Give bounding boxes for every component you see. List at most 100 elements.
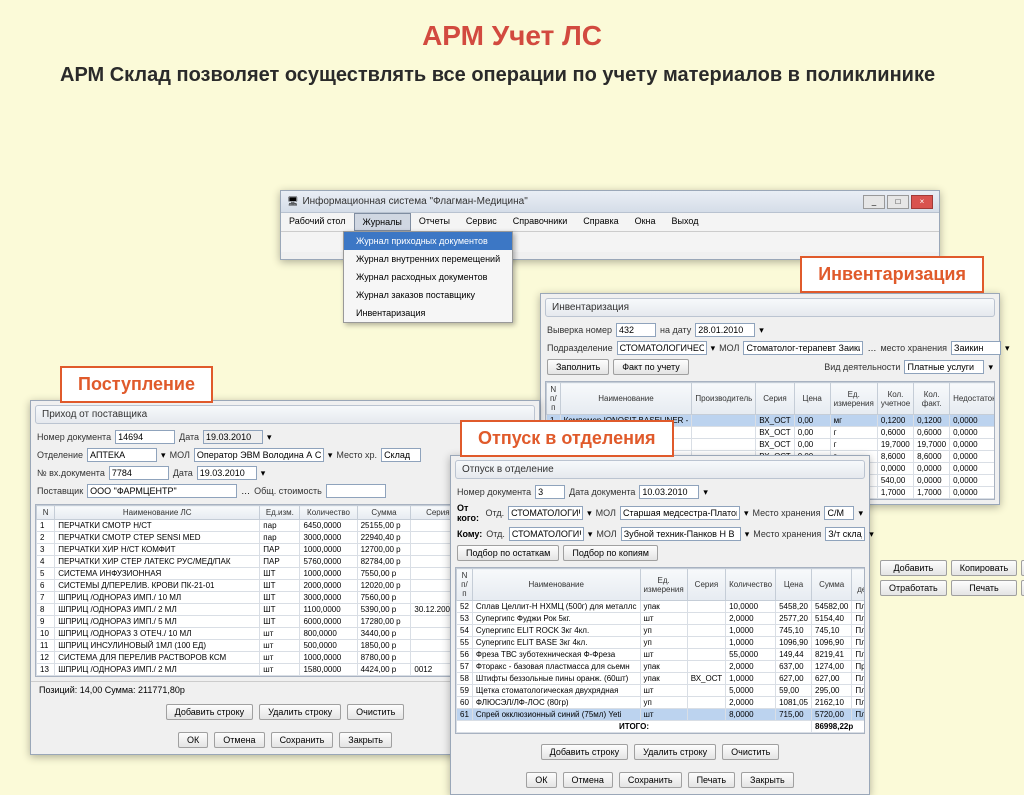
label: МОЛ xyxy=(170,450,190,460)
vyverka-input[interactable] xyxy=(616,323,656,337)
main-window: 🖥 Информационная система "Флагман-Медици… xyxy=(280,190,940,260)
menuitem-3[interactable]: Журнал заказов поставщику xyxy=(344,286,512,304)
mol-input[interactable] xyxy=(743,341,863,355)
ok-button[interactable]: ОК xyxy=(178,732,208,748)
callout-receipt: Поступление xyxy=(60,366,213,403)
menuitem-0[interactable]: Журнал приходных документов xyxy=(344,232,512,250)
label: Общ. стоимость xyxy=(254,486,322,496)
save-button[interactable]: Сохранить xyxy=(271,732,334,748)
label: Выверка номер xyxy=(547,325,612,335)
menuitem-4[interactable]: Инвентаризация xyxy=(344,304,512,322)
ok-button[interactable]: ОК xyxy=(526,772,556,788)
add-row-button[interactable]: Добавить строку xyxy=(166,704,253,720)
table-row[interactable]: 52Сплав Целлит-Н НХМЦ (500г) для металлс… xyxy=(457,601,866,613)
menuitem-2[interactable]: Журнал расходных документов xyxy=(344,268,512,286)
print-button[interactable]: Печать xyxy=(688,772,735,788)
fact-button[interactable]: Факт по учету xyxy=(613,359,689,375)
dispatch-title: Отпуск в отделение xyxy=(455,460,865,479)
close-button[interactable]: Закрыть xyxy=(339,732,392,748)
otd-input[interactable] xyxy=(87,448,157,462)
menu-5[interactable]: Справка xyxy=(575,213,626,231)
mesto-input[interactable] xyxy=(951,341,1001,355)
del-row-button[interactable]: Удалить строку xyxy=(259,704,341,720)
inventory-title: Инвентаризация xyxy=(545,298,995,317)
total-row: ИТОГО:86998,22р xyxy=(457,721,866,733)
pick-remains-button[interactable]: Подбор по остаткам xyxy=(457,545,559,561)
inv-side-4[interactable]: Печать xyxy=(951,580,1017,596)
callout-dispatch: Отпуск в отделения xyxy=(460,420,674,457)
table-row[interactable]: 58Штифты беззольные пины оранж. (60шт)уп… xyxy=(457,673,866,685)
menu-6[interactable]: Окна xyxy=(627,213,664,231)
table-row[interactable]: 60ФЛЮСЭЛ/ЛФ-ЛОС (80гр)уп2,00001081,05216… xyxy=(457,697,866,709)
add-row-button[interactable]: Добавить строку xyxy=(541,744,628,760)
menubar: Рабочий столЖурналыОтчетыСервисСправочни… xyxy=(281,213,939,232)
to-otd[interactable] xyxy=(509,527,584,541)
to-label: Кому: xyxy=(457,529,482,539)
clear-button[interactable]: Очистить xyxy=(722,744,779,760)
close-button[interactable]: × xyxy=(911,195,933,209)
post-input[interactable] xyxy=(87,484,237,498)
mesto-input[interactable] xyxy=(381,448,421,462)
inv-side-1[interactable]: Копировать xyxy=(951,560,1017,576)
table-row[interactable]: 55Супергипс ELIT BASE 3кг 4кл.уп1,000010… xyxy=(457,637,866,649)
label: Отд. xyxy=(486,529,505,539)
label: МОЛ xyxy=(596,508,616,518)
from-otd[interactable] xyxy=(508,506,583,520)
app-icon: 🖥 xyxy=(287,196,298,207)
vdoc-input[interactable] xyxy=(109,466,169,480)
mol-input[interactable] xyxy=(194,448,324,462)
menu-1[interactable]: Журналы xyxy=(354,213,411,231)
pick-copies-button[interactable]: Подбор по копиям xyxy=(563,545,658,561)
label: Дата документа xyxy=(569,487,635,497)
inventory-side-buttons: ДобавитьКопироватьУдалитьОтработатьПечат… xyxy=(880,560,1024,596)
fill-button[interactable]: Заполнить xyxy=(547,359,609,375)
callout-inventory: Инвентаризация xyxy=(800,256,984,293)
date-input[interactable] xyxy=(695,323,755,337)
menu-7[interactable]: Выход xyxy=(664,213,707,231)
to-mesto[interactable] xyxy=(825,527,865,541)
menuitem-1[interactable]: Журнал внутренних перемещений xyxy=(344,250,512,268)
label: место хранения xyxy=(880,343,947,353)
menu-3[interactable]: Сервис xyxy=(458,213,505,231)
maximize-button[interactable]: □ xyxy=(887,195,909,209)
table-row[interactable]: 59Щетка стоматологическая двухряднаяшт5,… xyxy=(457,685,866,697)
from-mol[interactable] xyxy=(620,506,740,520)
label: на дату xyxy=(660,325,691,335)
cancel-button[interactable]: Отмена xyxy=(214,732,264,748)
date-input[interactable] xyxy=(639,485,699,499)
table-row[interactable]: 53Супергипс Фуджи Рок 5кг.шт2,00002577,2… xyxy=(457,613,866,625)
date-input[interactable] xyxy=(203,430,263,444)
save-button[interactable]: Сохранить xyxy=(619,772,682,788)
table-row[interactable]: 61Спрей окклюзионный синий (75мл) Yetiшт… xyxy=(457,709,866,721)
docnum-input[interactable] xyxy=(115,430,175,444)
label: Номер документа xyxy=(37,432,111,442)
to-mol[interactable] xyxy=(621,527,741,541)
date2-input[interactable] xyxy=(197,466,257,480)
dispatch-grid[interactable]: N п/пНаименованиеЕд. измеренияСерияКолич… xyxy=(456,568,865,733)
from-label: От кого: xyxy=(457,503,482,523)
dispatch-window: Отпуск в отделение Номер документа Дата … xyxy=(450,455,870,795)
table-row[interactable]: 56Фреза ТВС зуботехническая Ф-Фрезашт55,… xyxy=(457,649,866,661)
menu-0[interactable]: Рабочий стол xyxy=(281,213,354,231)
label: Место хр. xyxy=(336,450,377,460)
clear-button[interactable]: Очистить xyxy=(347,704,404,720)
cancel-button[interactable]: Отмена xyxy=(563,772,613,788)
close-button[interactable]: Закрыть xyxy=(741,772,794,788)
label: Дата xyxy=(173,468,193,478)
from-mesto[interactable] xyxy=(824,506,854,520)
inv-side-0[interactable]: Добавить xyxy=(880,560,947,576)
del-row-button[interactable]: Удалить строку xyxy=(634,744,716,760)
menu-4[interactable]: Справочники xyxy=(505,213,576,231)
podr-input[interactable] xyxy=(617,341,707,355)
tot-input[interactable] xyxy=(326,484,386,498)
inv-side-3[interactable]: Отработать xyxy=(880,580,947,596)
vid-input[interactable] xyxy=(904,360,984,374)
label: Вид деятельности xyxy=(824,362,900,372)
minimize-button[interactable]: _ xyxy=(863,195,885,209)
table-row[interactable]: 57Фторакс - базовая пластмасса для сьемн… xyxy=(457,661,866,673)
num-input[interactable] xyxy=(535,485,565,499)
table-row[interactable]: 54Супергипс ELIT ROCK 3кг 4кл.уп1,000074… xyxy=(457,625,866,637)
menu-2[interactable]: Отчеты xyxy=(411,213,458,231)
label: Место хранения xyxy=(752,508,820,518)
label: Номер документа xyxy=(457,487,531,497)
